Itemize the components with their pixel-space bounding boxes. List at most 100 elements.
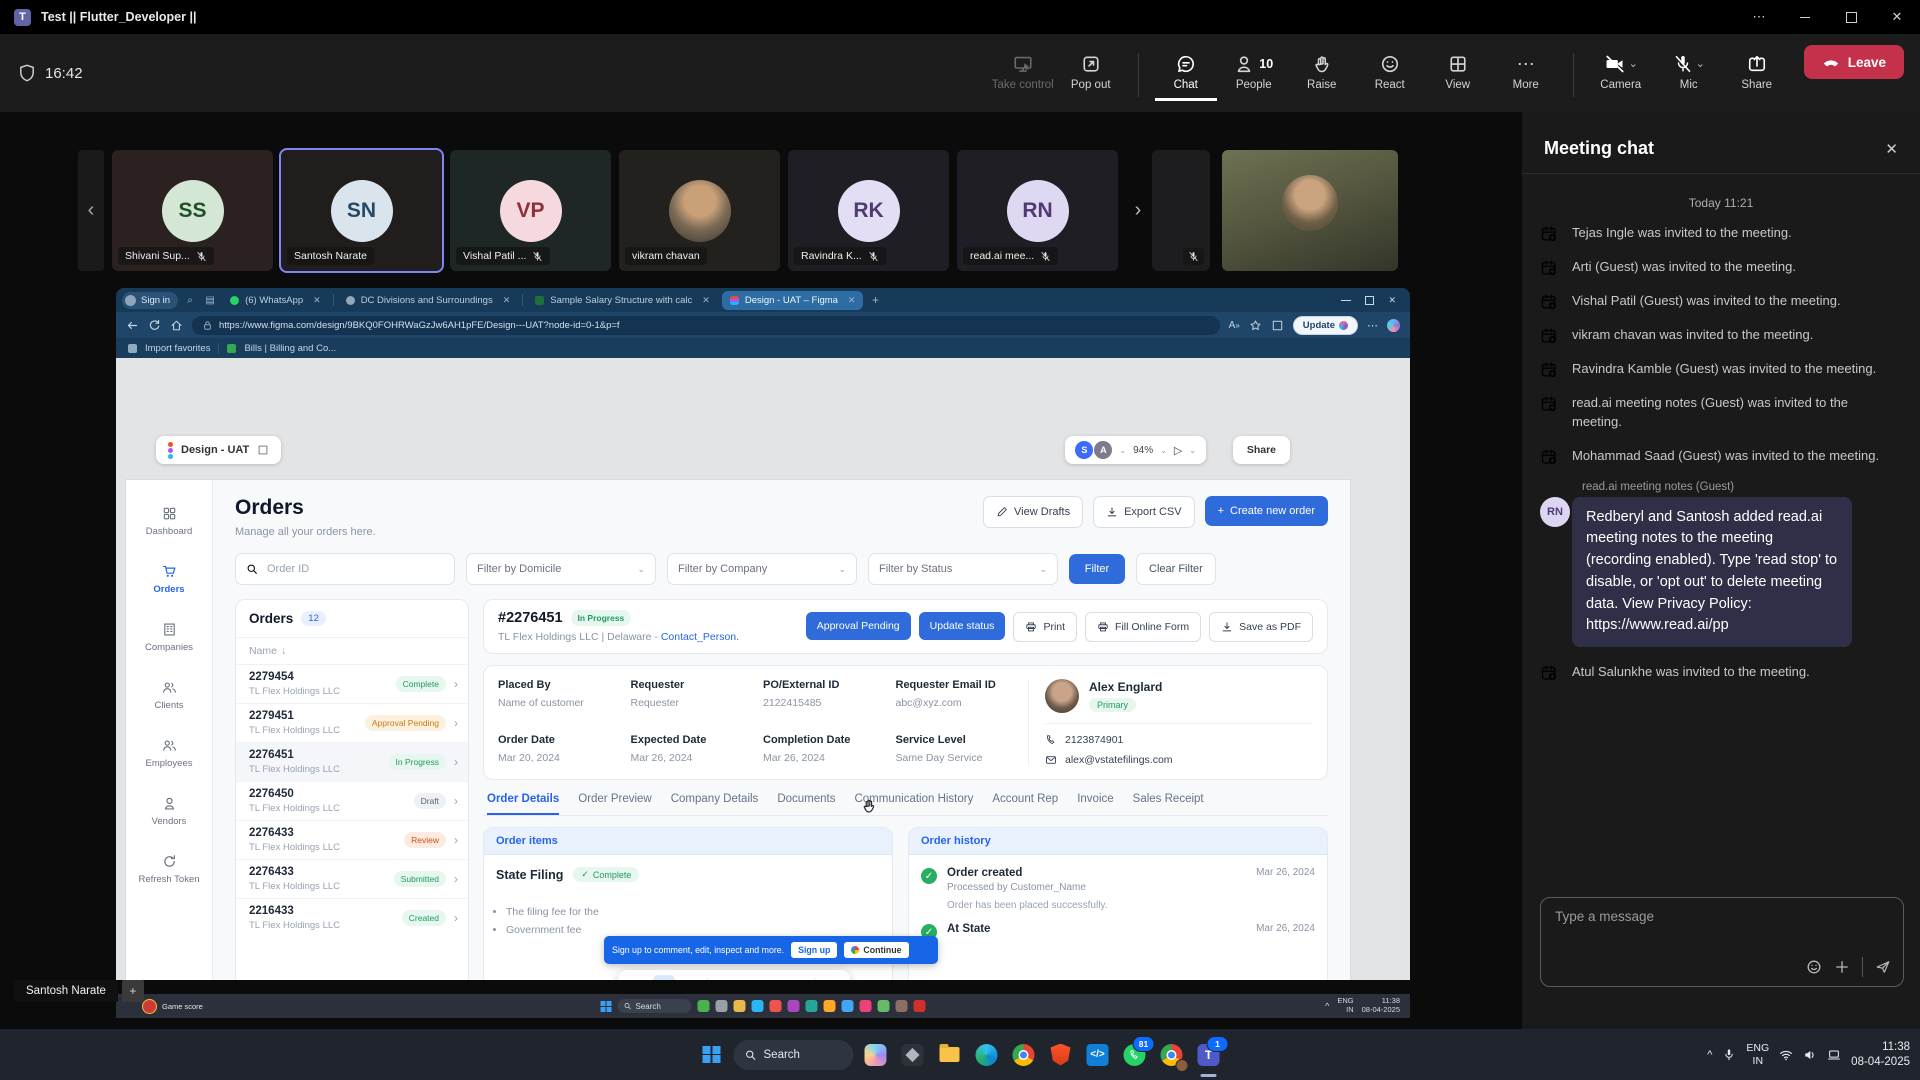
taskbar-edge-icon[interactable] (972, 1040, 1002, 1070)
chat-input-box[interactable] (1540, 897, 1904, 987)
filter-domicile-select[interactable]: Filter by Domicile⌄ (466, 553, 656, 585)
vertical-tabs-icon[interactable]: ▤ (202, 295, 218, 306)
figma-canvas[interactable]: Design - UAT S A ⌄ 94% ⌄ ▷ ⌄ Share Dashb… (116, 358, 1410, 980)
participant-tile[interactable]: RN read.ai mee... (957, 150, 1118, 271)
app-icon[interactable] (770, 1000, 782, 1012)
bookmark-item[interactable]: Bills | Billing and Co... (244, 343, 336, 354)
sidebar-item-clients[interactable]: Clients (129, 680, 209, 711)
contact-person-link[interactable]: Contact_Person. (661, 631, 739, 643)
tab-invoice[interactable]: Invoice (1077, 793, 1113, 815)
more-button[interactable]: ⋯ More (1495, 45, 1557, 101)
participant-tile[interactable]: SN Santosh Narate (281, 150, 442, 271)
app-icon[interactable] (824, 1000, 836, 1012)
mic-options-chevron-icon[interactable]: ⌄ (1696, 59, 1705, 70)
pop-out-button[interactable]: Pop out (1060, 45, 1122, 101)
chat-message-input[interactable] (1553, 908, 1891, 925)
tiles-scroll-left-button[interactable]: ‹ (78, 150, 104, 271)
bookmark-item[interactable]: Import favorites (145, 343, 210, 354)
frame-tool-icon[interactable] (717, 980, 730, 981)
share-button[interactable]: Share (1726, 45, 1788, 101)
app-icon[interactable] (806, 1000, 818, 1012)
raise-hand-button[interactable]: Raise (1291, 45, 1353, 101)
browser-profile-button[interactable]: Sign in (122, 292, 178, 309)
window-minimize-button[interactable] (1782, 0, 1828, 34)
tab-close-icon[interactable]: ✕ (702, 295, 710, 306)
taskbar-search[interactable]: Search (618, 999, 692, 1013)
chat-button[interactable]: Chat (1155, 45, 1217, 101)
sidebar-item-employees[interactable]: Employees (129, 738, 209, 769)
view-button[interactable]: View (1427, 45, 1489, 101)
sidebar-item-companies[interactable]: Companies (129, 622, 209, 653)
widgets-button[interactable]: Game score (142, 999, 203, 1014)
leave-button[interactable]: Leave (1804, 45, 1904, 79)
pin-presenter-button[interactable]: + (122, 980, 144, 1002)
sidebar-item-refresh-token[interactable]: Refresh Token (129, 854, 209, 885)
participant-tile[interactable]: vikram chavan (619, 150, 780, 271)
volume-icon[interactable] (1803, 1048, 1817, 1062)
google-continue-button[interactable]: Continue (844, 942, 908, 958)
tab-sales-receipt[interactable]: Sales Receipt (1133, 793, 1204, 815)
browser-tab[interactable]: (6) WhatsApp ✕ (222, 291, 329, 310)
tray-mic-icon[interactable] (1722, 1048, 1736, 1062)
tab-search-icon[interactable]: ⌕ (182, 295, 198, 306)
read-aloud-icon[interactable]: A» (1229, 320, 1240, 331)
send-icon[interactable] (1875, 959, 1891, 975)
contact-phone[interactable]: 2123874901 (1065, 734, 1123, 746)
sign-up-button[interactable]: Sign up (791, 942, 837, 958)
fill-online-form-button[interactable]: Fill Online Form (1085, 612, 1201, 642)
participant-tile[interactable]: SS Shivani Sup... (112, 150, 273, 271)
chat-close-icon[interactable]: ✕ (1885, 140, 1898, 158)
language-indicator[interactable]: ENGIN (1746, 1042, 1769, 1066)
order-row[interactable]: 2276450TL Flex Holdings LLC Draft › (236, 782, 468, 821)
approval-pending-button[interactable]: Approval Pending (806, 612, 911, 640)
order-row[interactable]: 2276433TL Flex Holdings LLC Review › (236, 821, 468, 860)
mic-button[interactable]: ⌄ Mic (1658, 45, 1720, 101)
window-more-icon[interactable]: ⋯ (1736, 0, 1782, 34)
sidebar-item-orders[interactable]: Orders (129, 564, 209, 595)
app-icon[interactable] (914, 1000, 926, 1012)
pen-tool-icon[interactable] (777, 980, 790, 981)
figma-file-menu[interactable]: Design - UAT (156, 436, 281, 464)
participant-tile[interactable]: VP Vishal Patil ... (450, 150, 611, 271)
contact-email[interactable]: alex@vstatefilings.com (1065, 754, 1173, 766)
order-id-search[interactable] (235, 553, 455, 585)
comment-tool-icon[interactable] (684, 979, 698, 980)
taskbar-vscode-icon[interactable]: </> (1083, 1040, 1113, 1070)
taskbar-app-icon[interactable] (898, 1040, 928, 1070)
camera-options-chevron-icon[interactable]: ⌄ (1629, 59, 1638, 70)
participant-tile-partial[interactable] (1152, 150, 1210, 271)
app-icon[interactable] (716, 1000, 728, 1012)
browser-menu-icon[interactable]: ⋯ (1367, 319, 1378, 332)
present-icon[interactable]: ▷ (1174, 444, 1182, 457)
browser-tab[interactable]: DC Divisions and Surroundings ✕ (338, 291, 519, 310)
sort-down-icon[interactable]: ↓ (281, 645, 286, 657)
clear-filter-button[interactable]: Clear Filter (1136, 553, 1216, 585)
chevron-down-icon[interactable]: ⌄ (1189, 446, 1196, 455)
app-icon[interactable] (842, 1000, 854, 1012)
filter-status-select[interactable]: Filter by Status⌄ (868, 553, 1058, 585)
app-icon[interactable] (734, 1000, 746, 1012)
export-csv-button[interactable]: Export CSV (1093, 496, 1194, 528)
layout-columns-icon[interactable] (257, 444, 269, 456)
save-as-pdf-button[interactable]: Save as PDF (1209, 612, 1313, 642)
taskbar-search[interactable]: Search (734, 1040, 854, 1070)
browser-maximize-icon[interactable] (1365, 296, 1374, 305)
order-id-input[interactable] (265, 562, 409, 576)
language-indicator[interactable]: ENGIN (1337, 997, 1353, 1014)
filter-company-select[interactable]: Filter by Company⌄ (667, 553, 857, 585)
react-button[interactable]: React (1359, 45, 1421, 101)
participant-video-tile[interactable] (1222, 150, 1398, 271)
collaborator-avatar[interactable]: S (1075, 441, 1093, 459)
device-icon[interactable] (1827, 1048, 1841, 1062)
browser-update-button[interactable]: Update (1293, 316, 1358, 335)
tiles-scroll-right-button[interactable]: › (1126, 150, 1150, 271)
attach-plus-icon[interactable] (1834, 959, 1850, 975)
update-status-button[interactable]: Update status (919, 612, 1006, 640)
camera-button[interactable]: ⌄ Camera (1590, 45, 1652, 101)
back-icon[interactable] (126, 319, 139, 332)
start-button[interactable] (697, 1040, 727, 1070)
taskbar-whatsapp-icon[interactable]: 81 (1120, 1040, 1150, 1070)
order-row-selected[interactable]: 2276451TL Flex Holdings LLC In Progress … (236, 743, 468, 782)
zoom-level[interactable]: 94% (1133, 445, 1153, 456)
sidebar-item-vendors[interactable]: Vendors (129, 796, 209, 827)
